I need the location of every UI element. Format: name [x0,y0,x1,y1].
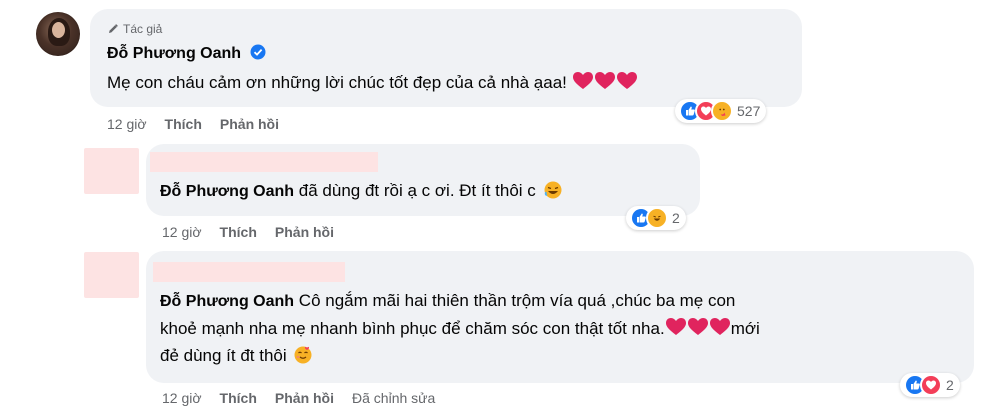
author-badge: Tác giả [107,22,162,36]
author-name[interactable]: Đỗ Phương Oanh [107,45,241,62]
reply-avatar-redacted [84,148,139,194]
comment-time[interactable]: 12 giờ [107,116,147,132]
love-reaction-icon [920,374,942,396]
author-tag-label: Tác giả [123,22,163,36]
reply-avatar-redacted [84,252,139,298]
reply-author-redacted [153,262,345,282]
reply-button[interactable]: Phản hồi [220,116,279,132]
heart-icon [616,72,637,89]
heart-icon [572,72,593,89]
comment-actions-3: 12 giờ Thích Phản hồi Đã chỉnh sửa [162,390,435,406]
reaction-summary-2[interactable]: 2 [626,206,686,230]
comment-text-1: Mẹ con cháu cảm ơn những lời chúc tốt đẹ… [107,69,638,96]
reply-button[interactable]: Phản hồi [275,224,334,240]
heart-icon [687,318,708,335]
reaction-summary-3[interactable]: 2 [900,373,960,397]
reply-author-redacted [150,152,378,172]
comment-body-line1: Cô ngắm mãi hai thiên thần trộm vía quá … [298,291,736,310]
comment-actions-2: 12 giờ Thích Phản hồi [162,224,334,240]
comment-body: Mẹ con cháu cảm ơn những lời chúc tốt đẹ… [107,73,567,92]
author-avatar[interactable] [36,12,80,56]
edited-label[interactable]: Đã chỉnh sửa [352,390,435,406]
verified-icon [250,44,266,60]
like-button[interactable]: Thích [220,390,257,406]
comment-time[interactable]: 12 giờ [162,224,202,240]
like-button[interactable]: Thích [165,116,202,132]
heart-icon [709,318,730,335]
laugh-emoji [544,181,562,199]
reaction-count: 527 [737,103,761,119]
comment-body-line2-tail: mới [730,319,760,338]
reaction-summary-1[interactable]: 527 [675,99,767,123]
heart-icon [665,318,686,335]
comment-actions-1: 12 giờ Thích Phản hồi [107,116,279,132]
comment-body-line2: khoẻ mạnh nha mẹ nhanh bình phục để chăm… [160,319,665,338]
reaction-count: 2 [946,377,954,393]
hug-emoji [294,346,312,364]
comment-text-2: Đỗ Phương Oanh đã dùng đt rồi ạ c ơi. Đt… [160,177,563,205]
pencil-icon [109,24,118,33]
comment-header-1: Đỗ Phương Oanh [107,44,266,63]
care-reaction-icon [711,100,733,122]
reply-button[interactable]: Phản hồi [275,390,334,406]
mention-tag[interactable]: Đỗ Phương Oanh [160,293,294,310]
like-button[interactable]: Thích [220,224,257,240]
comment-body: đã dùng đt rồi ạ c ơi. Đt ít thôi c [298,181,536,200]
heart-icon [594,72,615,89]
reaction-count: 2 [672,210,680,226]
mention-tag[interactable]: Đỗ Phương Oanh [160,183,294,200]
comment-text-3: Đỗ Phương Oanh Cô ngắm mãi hai thiên thầ… [160,287,960,369]
comment-body-line3: đẻ dùng ít đt thôi [160,346,287,365]
haha-reaction-icon [646,207,668,229]
comment-time[interactable]: 12 giờ [162,390,202,406]
